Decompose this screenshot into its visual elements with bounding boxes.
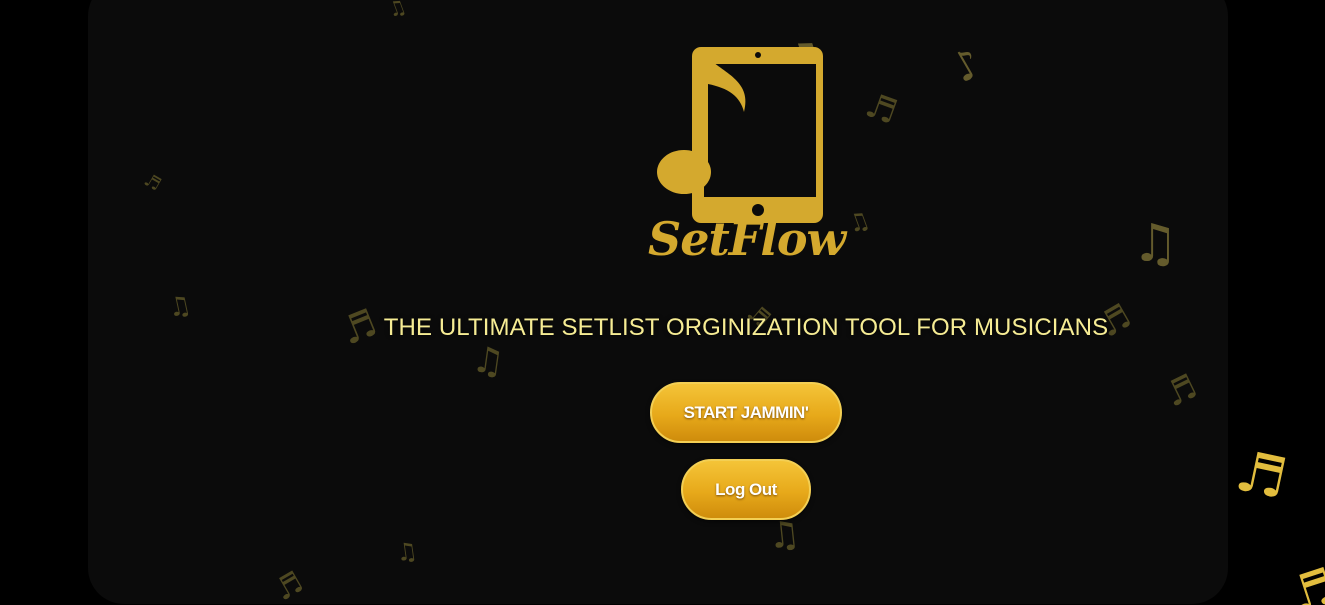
music-note-icon: ♪ (944, 39, 990, 93)
music-note-icon: ♫ (384, 0, 410, 23)
music-note-icon: ♬ (860, 84, 903, 134)
music-note-icon: ♬ (1229, 438, 1293, 513)
music-note-icon: ♬ (1158, 366, 1204, 416)
landing-page: ♫ ♫ ♪ ♬ ♬ ♫ ♫ ♫ ♬ ♬ ♬ ♫ ♬ ♫ ♫ ♬ (0, 0, 1325, 605)
music-note-icon: ♬ (1282, 556, 1325, 605)
music-note-icon: ♫ (843, 205, 874, 239)
brand-name: SetFlow (648, 212, 846, 266)
start-jammin-button[interactable]: START JAMMIN' (650, 382, 842, 443)
music-note-icon: ♬ (268, 564, 310, 604)
tagline: THE ULTIMATE SETLIST ORGINIZATION TOOL F… (383, 314, 1109, 341)
main-card: ♫ ♫ ♪ ♬ ♬ ♫ ♫ ♫ ♬ ♬ ♬ ♫ ♬ ♫ ♫ ♬ (88, 0, 1228, 604)
music-note-icon: ♬ (140, 169, 165, 196)
log-out-button[interactable]: Log Out (681, 459, 811, 520)
music-note-icon: ♫ (1132, 214, 1179, 274)
music-note-icon: ♫ (469, 338, 508, 385)
music-note-icon: ♫ (394, 536, 420, 568)
music-note-icon: ♫ (765, 513, 803, 558)
